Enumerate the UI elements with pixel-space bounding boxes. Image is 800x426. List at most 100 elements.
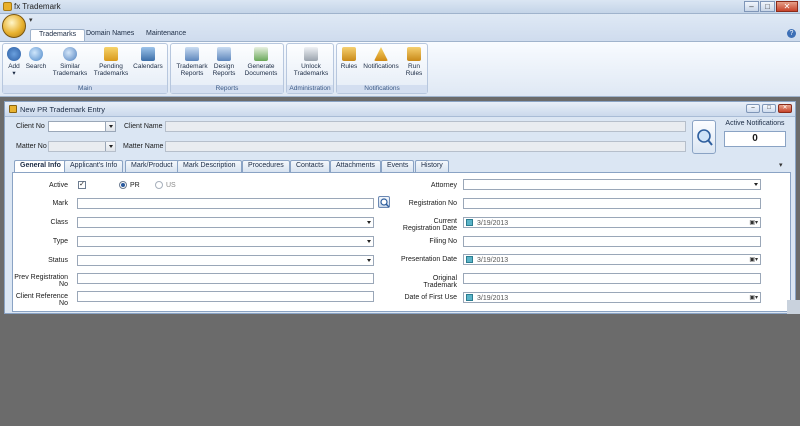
registration-no-input[interactable] — [463, 198, 761, 209]
minimize-button[interactable]: – — [744, 1, 759, 12]
notifications-button[interactable]: Notifications — [361, 47, 401, 70]
entry-window-controls: – □ ✕ — [746, 104, 792, 113]
current-registration-date-picker[interactable]: 3/19/2013 ▣▾ — [463, 217, 761, 228]
active-notifications-count: 0 — [724, 131, 786, 147]
vertical-scrollbar[interactable] — [787, 300, 800, 314]
presentation-date-picker[interactable]: 3/19/2013 ▣▾ — [463, 254, 761, 265]
rules-icon — [342, 47, 356, 61]
tab-maintenance[interactable]: Maintenance — [138, 29, 194, 41]
similar-trademarks-button[interactable]: Similar Trademarks — [51, 47, 89, 77]
quick-access-dropdown-icon[interactable]: ▾ — [29, 16, 33, 24]
status-select[interactable] — [77, 255, 374, 266]
client-no-dropdown[interactable] — [105, 122, 115, 131]
tab-applicants-info[interactable]: Applicant's Info — [64, 160, 124, 172]
chevron-down-icon — [367, 240, 371, 243]
pending-icon — [104, 47, 118, 61]
entry-maximize-button[interactable]: □ — [762, 104, 776, 113]
search-icon — [29, 47, 43, 61]
pr-radio[interactable] — [119, 181, 127, 189]
tab-contacts[interactable]: Contacts — [290, 160, 330, 172]
entry-title-bar — [5, 102, 795, 117]
group-label-reports: Reports — [171, 85, 283, 93]
trademark-entry-icon — [9, 105, 17, 113]
matter-name-label: Matter Name — [123, 143, 164, 150]
chevron-down-icon[interactable]: ▣▾ — [749, 219, 758, 228]
group-label-administration: Administration — [287, 85, 333, 93]
tab-events[interactable]: Events — [381, 160, 415, 172]
client-no-combo[interactable] — [48, 121, 116, 132]
entry-close-button[interactable]: ✕ — [778, 104, 792, 113]
rules-button[interactable]: Rules — [339, 47, 359, 70]
group-label-main: Main — [3, 85, 167, 93]
mark-input[interactable] — [77, 198, 374, 209]
original-trademark-label: Original Trademark — [423, 275, 457, 289]
us-radio-label: US — [166, 182, 176, 189]
tab-domain-names[interactable]: Domain Names — [78, 29, 142, 41]
client-no-label: Client No — [16, 123, 45, 130]
tab-attachments[interactable]: Attachments — [330, 160, 381, 172]
pending-trademarks-button[interactable]: Pending Trademarks — [91, 47, 131, 77]
original-trademark-input[interactable] — [463, 273, 761, 284]
matter-no-label: Matter No — [16, 143, 47, 150]
matter-no-combo[interactable] — [48, 141, 116, 152]
date-of-first-use-picker[interactable]: 3/19/2013 ▣▾ — [463, 292, 761, 303]
active-label: Active — [48, 182, 68, 189]
ribbon-group-reports: Trademark Reports Design Reports Generat… — [170, 43, 284, 94]
documents-icon — [254, 47, 268, 61]
active-checkbox[interactable]: ✓ — [78, 181, 86, 189]
class-select[interactable] — [77, 217, 374, 228]
warning-icon — [374, 47, 388, 61]
search-button[interactable]: Search — [25, 47, 47, 70]
maximize-button[interactable]: □ — [760, 1, 775, 12]
client-reference-label: Client Reference No — [15, 293, 68, 307]
active-notifications-label: Active Notifications — [725, 120, 785, 127]
entry-minimize-button[interactable]: – — [746, 104, 760, 113]
filing-no-input[interactable] — [463, 236, 761, 247]
generate-documents-button[interactable]: Generate Documents — [241, 47, 281, 77]
us-radio[interactable] — [155, 181, 163, 189]
tab-procedures[interactable]: Procedures — [242, 160, 290, 172]
calendar-icon — [141, 47, 155, 61]
prev-registration-input[interactable] — [77, 273, 374, 284]
unlock-trademarks-button[interactable]: Unlock Trademarks — [289, 47, 333, 77]
design-reports-button[interactable]: Design Reports — [209, 47, 239, 77]
chevron-down-icon — [367, 259, 371, 262]
pr-radio-label: PR — [130, 182, 140, 189]
tab-history[interactable]: History — [415, 160, 449, 172]
window-title: fx Trademark — [14, 2, 61, 11]
type-label: Type — [52, 238, 68, 245]
calendars-button[interactable]: Calendars — [131, 47, 165, 70]
tabs-overflow-icon[interactable]: ▾ — [779, 161, 783, 169]
app-icon — [3, 2, 12, 11]
filing-no-label: Filing No — [429, 238, 457, 245]
type-select[interactable] — [77, 236, 374, 247]
client-search-button[interactable] — [692, 120, 716, 154]
calendar-icon — [466, 219, 473, 226]
client-reference-input[interactable] — [77, 291, 374, 302]
application-menu-button[interactable] — [2, 14, 26, 38]
client-name-field — [165, 121, 686, 132]
add-button[interactable]: Add ▾ — [5, 47, 23, 77]
current-registration-date-label: Current Registration Date — [402, 218, 457, 232]
tab-mark-description[interactable]: Mark Description — [177, 160, 242, 172]
chevron-down-icon — [109, 145, 113, 148]
trademark-reports-button[interactable]: Trademark Reports — [174, 47, 210, 77]
tab-mark-product[interactable]: Mark/Product — [125, 160, 179, 172]
report-icon — [185, 47, 199, 61]
mark-lookup-button[interactable] — [378, 196, 390, 208]
matter-name-field — [165, 141, 686, 152]
matter-no-dropdown[interactable] — [105, 142, 115, 151]
help-icon[interactable]: ? — [787, 29, 796, 38]
date-of-first-use-label: Date of First Use — [404, 294, 457, 301]
date-of-first-use-value: 3/19/2013 — [477, 295, 509, 302]
chevron-down-icon[interactable]: ▣▾ — [749, 294, 758, 303]
entry-title: New PR Trademark Entry — [20, 105, 106, 114]
attorney-select[interactable] — [463, 179, 761, 190]
ribbon-group-notifications: Rules Notifications Run Rules Notificati… — [336, 43, 428, 94]
chevron-down-icon — [754, 183, 758, 186]
add-dropdown-icon: ▾ — [12, 70, 16, 77]
run-rules-button[interactable]: Run Rules — [403, 47, 425, 77]
title-bar — [0, 0, 800, 14]
chevron-down-icon[interactable]: ▣▾ — [749, 256, 758, 265]
close-button[interactable]: ✕ — [776, 1, 798, 12]
